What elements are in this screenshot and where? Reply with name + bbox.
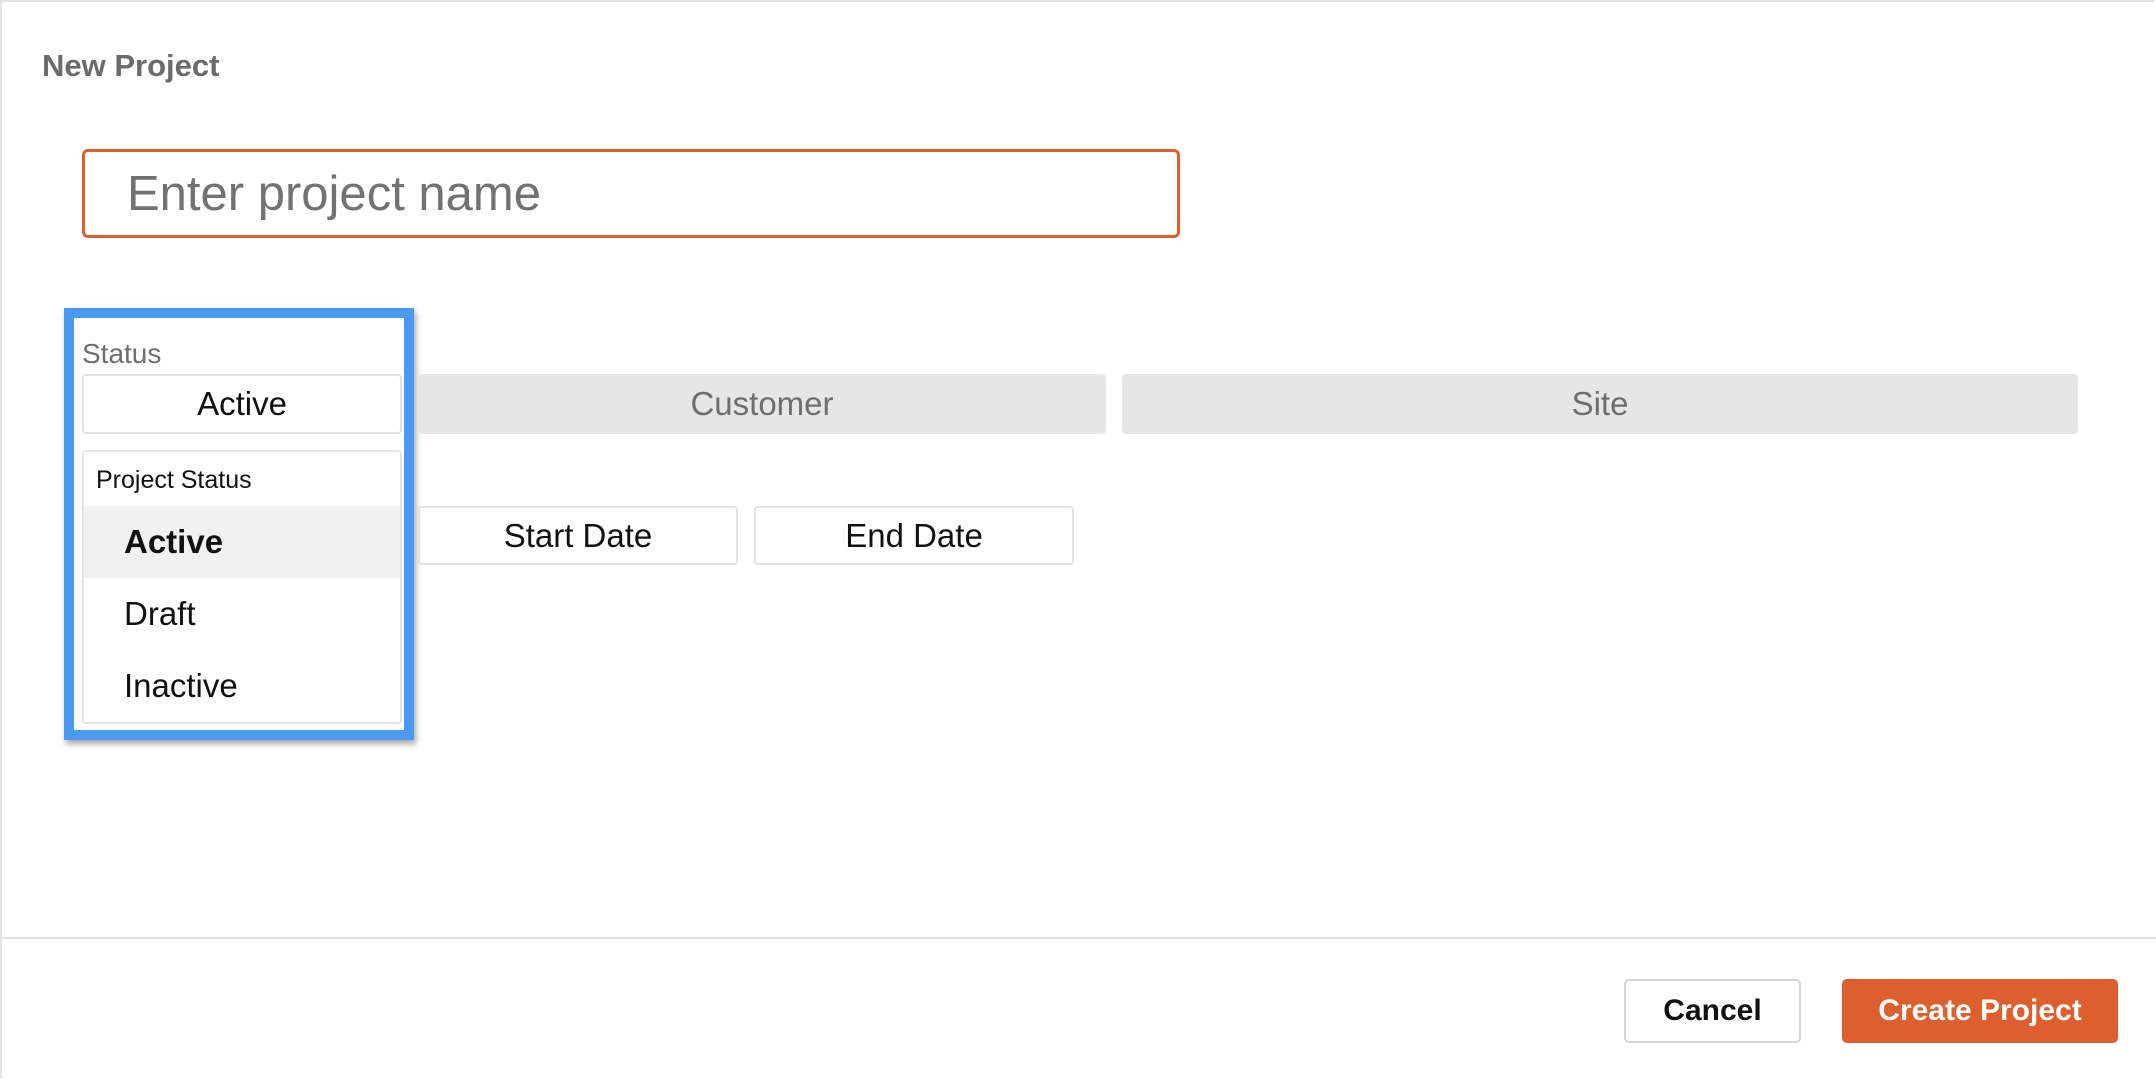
status-option-inactive[interactable]: Inactive [84, 650, 400, 722]
footer-divider [0, 937, 2156, 939]
status-select[interactable]: Active [82, 374, 402, 434]
status-dropdown-menu: Project Status Active Draft Inactive [82, 450, 402, 724]
status-option-active[interactable]: Active [84, 506, 400, 578]
dialog-title: New Project [42, 48, 220, 83]
site-field[interactable]: Site [1122, 374, 2078, 434]
customer-field[interactable]: Customer [418, 374, 1106, 434]
end-date-field[interactable]: End Date [754, 506, 1074, 565]
status-menu-header: Project Status [96, 466, 252, 494]
status-label: Status [82, 338, 162, 369]
create-project-button[interactable]: Create Project [1842, 979, 2118, 1043]
project-name-input[interactable] [82, 149, 1180, 238]
start-date-field[interactable]: Start Date [418, 506, 738, 565]
cancel-button[interactable]: Cancel [1624, 979, 1801, 1043]
status-option-draft[interactable]: Draft [84, 578, 400, 650]
